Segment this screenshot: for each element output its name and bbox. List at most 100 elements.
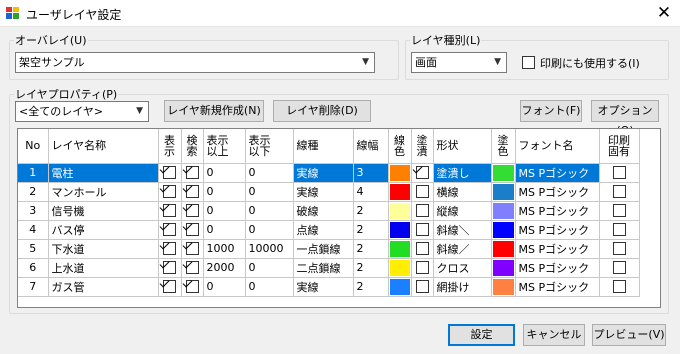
cell-show[interactable] [158,239,182,259]
cell-name[interactable]: 信号機 [48,201,159,221]
col-header-name[interactable]: レイヤ名称 [48,129,159,164]
cell-search-checkbox[interactable] [185,166,199,180]
cell-fill[interactable] [411,182,434,202]
cell-name[interactable]: ガス管 [48,277,159,297]
cell-font-name[interactable]: MS Pゴシック [515,163,600,183]
cell-fill-checkbox[interactable] [415,185,429,199]
cell-shape[interactable]: 斜線／ [433,239,492,259]
cell-line-width[interactable]: 2 [353,277,389,297]
cell-show[interactable] [158,182,182,202]
col-header-font-name[interactable]: フォント名 [515,129,600,164]
cell-shape[interactable]: 網掛け [433,277,492,297]
cell-show-below[interactable]: 0 [245,258,294,278]
cell-name[interactable]: マンホール [48,182,159,202]
cell-search[interactable] [181,201,204,221]
cell-show[interactable] [158,201,182,221]
cell-show-above[interactable]: 0 [203,201,246,221]
col-header-print-fixed[interactable]: 印刷 固有 [599,129,640,164]
cell-line-width[interactable]: 4 [353,182,389,202]
cell-search-checkbox[interactable] [185,261,199,275]
cell-line-type[interactable]: 点線 [293,220,354,240]
cell-print-fixed[interactable] [599,277,640,297]
cell-line-color[interactable] [388,163,412,183]
cell-line-color[interactable] [388,220,412,240]
cell-search-checkbox[interactable] [185,223,199,237]
cell-print-fixed[interactable] [599,239,640,259]
cell-fill-color[interactable] [491,201,516,221]
cell-line-type[interactable]: 実線 [293,277,354,297]
cell-line-type[interactable]: 二点鎖線 [293,258,354,278]
col-header-fill[interactable]: 塗潰 [411,129,434,164]
cell-font-name[interactable]: MS Pゴシック [515,220,600,240]
cell-print-fixed[interactable] [599,201,640,221]
cell-fill-color[interactable] [491,182,516,202]
cell-no[interactable]: 2 [18,182,49,202]
cell-print-fixed-checkbox[interactable] [612,166,626,180]
cell-line-width[interactable]: 2 [353,201,389,221]
cell-line-type[interactable]: 破線 [293,201,354,221]
cell-show-checkbox[interactable] [163,223,176,237]
col-header-no[interactable]: No [18,129,49,164]
cell-no[interactable]: 3 [18,201,49,221]
cell-line-type[interactable]: 一点鎖線 [293,239,354,259]
cell-no[interactable]: 1 [18,163,49,183]
new-layer-button[interactable]: レイヤ新規作成(N) [164,100,264,122]
cell-print-fixed-checkbox[interactable] [612,261,626,275]
cell-print-fixed[interactable] [599,182,640,202]
cell-show-checkbox[interactable] [163,166,176,180]
cell-print-fixed-checkbox[interactable] [612,223,626,237]
cell-fill[interactable] [411,277,434,297]
cell-show-above[interactable]: 2000 [203,258,246,278]
ok-button[interactable]: 設定 [448,324,515,346]
cell-fill-checkbox[interactable] [415,242,429,256]
cell-show-below[interactable]: 0 [245,182,294,202]
cell-fill[interactable] [411,258,434,278]
table-row[interactable]: 5 下水道 1000 10000 一点鎖線 2 斜線／ MS Pゴシック [18,239,640,259]
cell-show-checkbox[interactable] [163,280,176,294]
cell-fill[interactable] [411,220,434,240]
cell-show[interactable] [158,163,182,183]
cell-fill-color[interactable] [491,277,516,297]
cell-no[interactable]: 7 [18,277,49,297]
close-icon[interactable]: ✕ [649,1,679,26]
cell-no[interactable]: 4 [18,220,49,240]
table-row[interactable]: 3 信号機 0 0 破線 2 縦線 MS Pゴシック [18,201,640,221]
delete-layer-button[interactable]: レイヤ削除(D) [273,100,371,122]
cell-show-below[interactable]: 0 [245,163,294,183]
print-use-checkbox[interactable] [522,56,535,69]
cell-fill-color[interactable] [491,220,516,240]
cell-show-checkbox[interactable] [163,185,176,199]
cell-show[interactable] [158,258,182,278]
cell-search-checkbox[interactable] [185,242,199,256]
table-row[interactable]: 4 バス停 0 0 点線 2 斜線＼ MS Pゴシック [18,220,640,240]
cell-fill-color[interactable] [491,239,516,259]
table-row[interactable]: 6 上水道 2000 0 二点鎖線 2 クロス MS Pゴシック [18,258,640,278]
cell-search[interactable] [181,277,204,297]
cell-print-fixed-checkbox[interactable] [612,242,626,256]
cell-search[interactable] [181,258,204,278]
cell-line-color[interactable] [388,239,412,259]
cell-no[interactable]: 6 [18,258,49,278]
cell-font-name[interactable]: MS Pゴシック [515,258,600,278]
cell-search[interactable] [181,163,204,183]
cell-print-fixed[interactable] [599,258,640,278]
cell-search[interactable] [181,220,204,240]
cell-line-color[interactable] [388,258,412,278]
cell-show-above[interactable]: 0 [203,163,246,183]
cell-search-checkbox[interactable] [185,204,199,218]
cell-fill-checkbox[interactable] [415,223,429,237]
cell-show-above[interactable]: 1000 [203,239,246,259]
cell-search-checkbox[interactable] [185,185,199,199]
cell-fill-checkbox[interactable] [415,261,429,275]
cell-font-name[interactable]: MS Pゴシック [515,277,600,297]
cell-font-name[interactable]: MS Pゴシック [515,201,600,221]
cancel-button[interactable]: キャンセル [523,324,585,346]
table-row[interactable]: 2 マンホール 0 0 実線 4 横線 MS Pゴシック [18,182,640,202]
cell-print-fixed[interactable] [599,220,640,240]
cell-line-color[interactable] [388,277,412,297]
cell-shape[interactable]: 塗潰し [433,163,492,183]
cell-show-above[interactable]: 0 [203,182,246,202]
cell-print-fixed[interactable] [599,163,640,183]
cell-fill[interactable] [411,201,434,221]
cell-no[interactable]: 5 [18,239,49,259]
